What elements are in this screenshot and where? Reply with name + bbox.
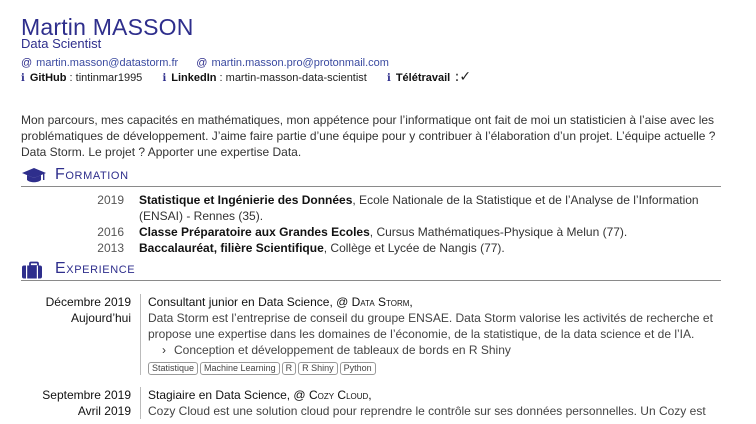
email-row: @ martin.masson@datastorm.fr @ martin.mass…	[21, 57, 389, 70]
formation-heading: Formation	[21, 166, 721, 187]
github-label: GitHub	[29, 72, 67, 84]
degree: Baccalauréat, filière Scientifique	[139, 241, 324, 255]
degree: Statistique et Ingénierie des Données	[139, 193, 353, 207]
intro-paragraph: Mon parcours, mes capacités en mathémati…	[21, 113, 716, 159]
graduation-cap-icon	[22, 168, 46, 183]
formation-year: 2019	[97, 193, 124, 207]
formation-text: Baccalauréat, filière Scientifique, Coll…	[139, 240, 721, 256]
linkedin-label: LinkedIn	[171, 72, 217, 84]
email-link-1[interactable]: martin.masson@datastorm.fr	[36, 57, 178, 69]
experience-title: Experience	[55, 260, 136, 277]
experience-dates: Décembre 2019 Aujourd’hui	[21, 294, 131, 326]
social-row: i GitHub : tintinmar1995 i LinkedIn : mart…	[21, 69, 472, 85]
date-start: Décembre 2019	[45, 295, 131, 309]
experience-description: Data Storm est l’entreprise de conseil d…	[148, 311, 713, 341]
info-icon: i	[21, 73, 25, 84]
last-name: MASSON	[92, 14, 194, 40]
skill-tag: R Shiny	[298, 362, 338, 375]
school: , Collège et Lycée de Nangis (77).	[323, 241, 505, 255]
chevron-right-icon: ›	[162, 343, 166, 357]
bullet-text: Conception et développement de tableaux …	[174, 343, 511, 357]
role-title: Stagiaire en Data Science, @	[148, 388, 306, 402]
experience-bullet: › Conception et développement de tableaux…	[148, 342, 730, 358]
remote-value: :✓	[450, 69, 472, 85]
school: , Cursus Mathématiques-Physique à Melun …	[369, 225, 628, 239]
linkedin-value[interactable]: : martin-masson-data-scientist	[216, 72, 367, 84]
candidate-role: Data Scientist	[21, 36, 102, 51]
at-icon: @	[196, 57, 208, 69]
formation-year: 2013	[97, 241, 124, 255]
company-name: Cozy Cloud,	[308, 388, 372, 402]
experience-dates: Septembre 2019 Avril 2019	[21, 387, 131, 419]
skill-tag: Python	[339, 362, 376, 375]
formation-year: 2016	[97, 225, 124, 239]
experience-body: Stagiaire en Data Science, @ Cozy Cloud,…	[140, 387, 730, 419]
date-start: Septembre 2019	[42, 388, 131, 402]
remote-label: Télétravail	[395, 72, 451, 84]
role-title: Consultant junior en Data Science, @	[148, 295, 349, 309]
date-end: Aujourd’hui	[70, 311, 131, 325]
skill-tag: R	[281, 362, 297, 375]
skill-tag: Machine Learning	[200, 362, 280, 375]
formation-text: Statistique et Ingénierie des Données, E…	[139, 192, 721, 224]
formation-title: Formation	[55, 166, 129, 183]
info-icon: i	[387, 73, 391, 84]
company-name: Data Storm,	[351, 295, 413, 309]
experience-role: Consultant junior en Data Science, @ Dat…	[148, 294, 730, 310]
date-end: Avril 2019	[77, 404, 131, 418]
experience-description: Cozy Cloud est une solution cloud pour r…	[148, 404, 706, 418]
github-value[interactable]: : tintinmar1995	[66, 72, 143, 84]
degree: Classe Préparatoire aux Grandes Ecoles	[139, 225, 370, 239]
skill-tags: Statistique Machine Learning R R Shiny Pytho…	[148, 359, 730, 375]
info-icon: i	[162, 73, 167, 84]
briefcase-icon	[22, 261, 42, 279]
at-icon: @	[21, 57, 33, 69]
experience-body: Consultant junior en Data Science, @ Dat…	[140, 294, 730, 375]
experience-role: Stagiaire en Data Science, @ Cozy Cloud,	[148, 387, 730, 403]
formation-text: Classe Préparatoire aux Grandes Ecoles, …	[139, 224, 721, 240]
skill-tag: Statistique	[148, 362, 199, 375]
email-link-2[interactable]: martin.masson.pro@protonmail.com	[211, 57, 388, 69]
experience-heading: Experience	[21, 260, 721, 281]
